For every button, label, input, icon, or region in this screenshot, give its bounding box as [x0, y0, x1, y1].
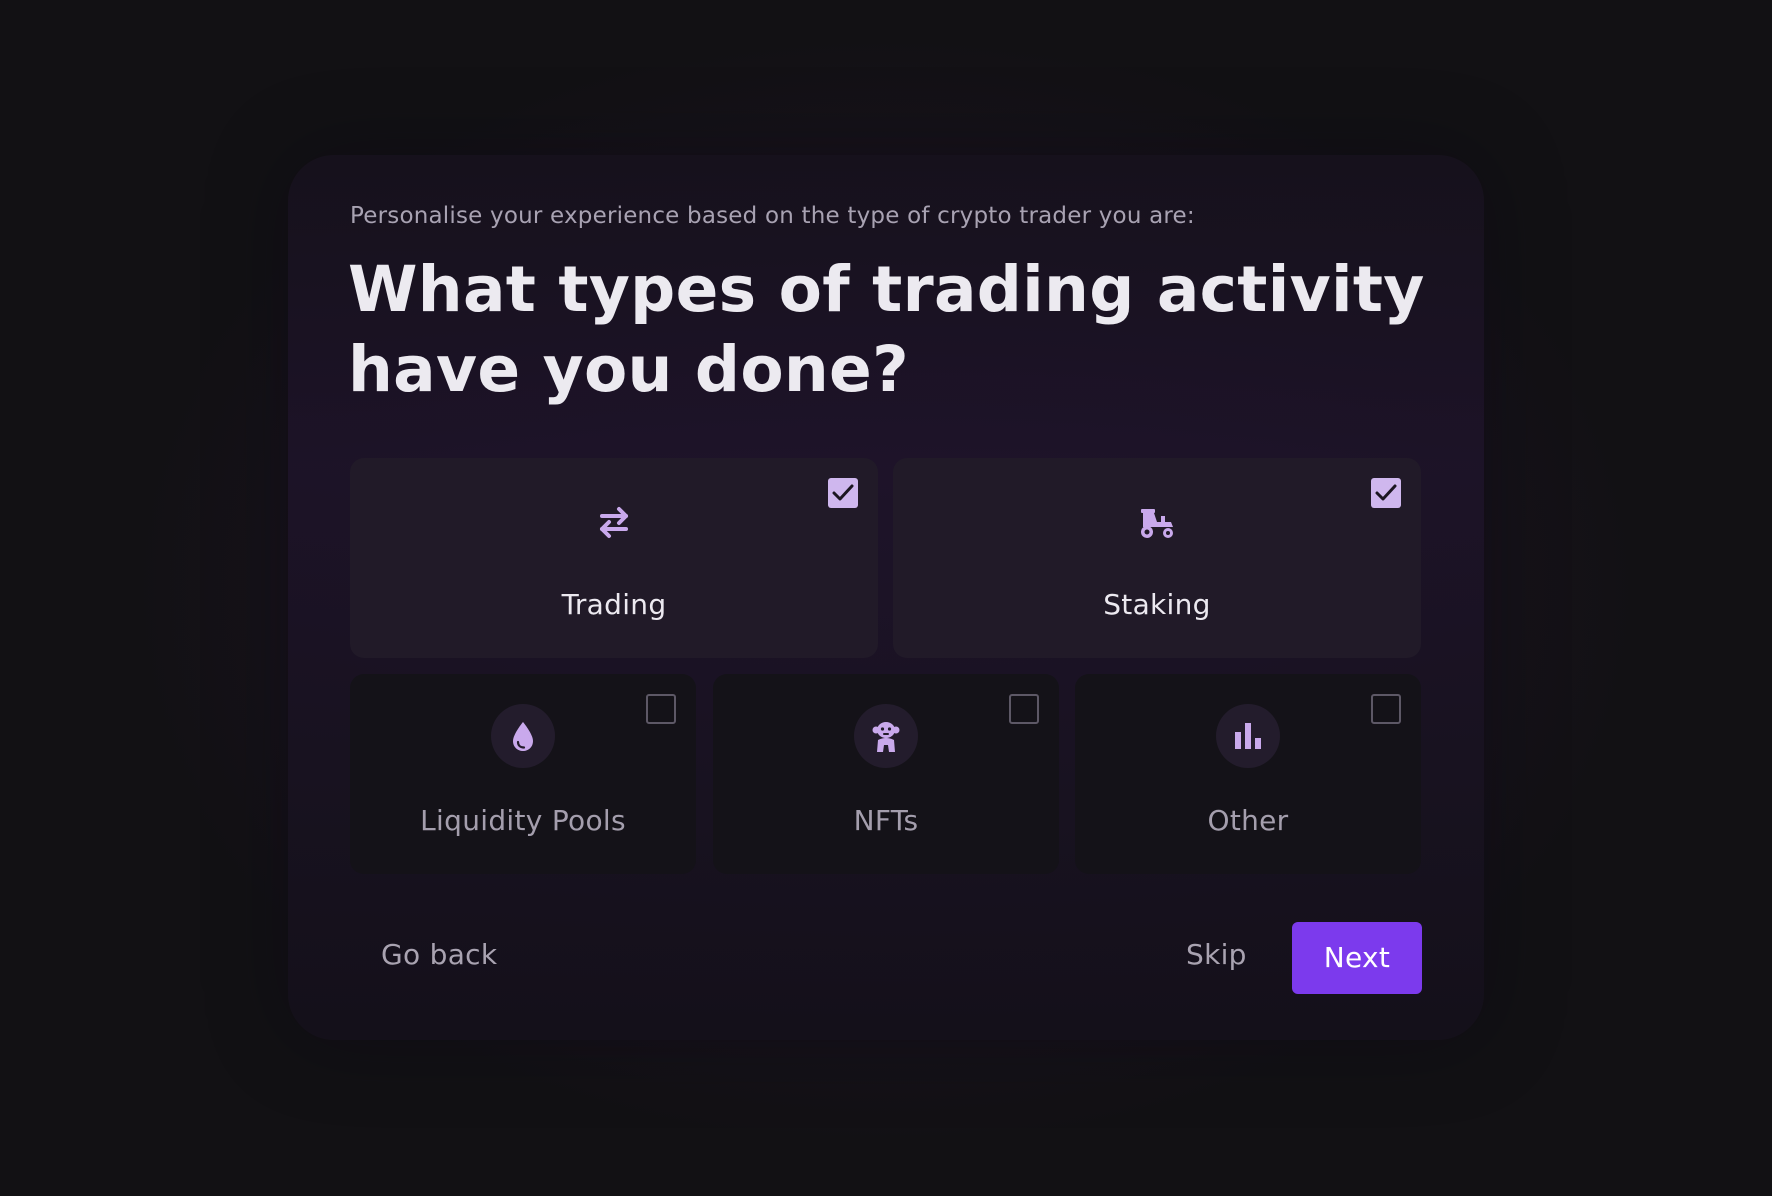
droplet-icon [513, 722, 533, 751]
other-checkbox[interactable] [1371, 694, 1401, 724]
option-nfts[interactable]: NFTs [713, 674, 1059, 874]
option-label-staking: Staking [1103, 588, 1211, 621]
nfts-checkbox[interactable] [1009, 694, 1039, 724]
go-back-button[interactable]: Go back [381, 938, 497, 971]
staking-checkbox[interactable] [1371, 478, 1401, 508]
option-label-liquidity-pools: Liquidity Pools [420, 804, 626, 837]
option-label-nfts: NFTs [853, 804, 919, 837]
checkmark-icon [1375, 484, 1397, 501]
ape-icon-badge [854, 704, 918, 768]
arrows-exchange-icon [600, 507, 628, 538]
option-staking[interactable]: Staking [893, 458, 1421, 658]
page-subtitle: Personalise your experience based on the… [350, 203, 1195, 229]
option-label-trading: Trading [561, 588, 667, 621]
bar-chart-icon-badge [1216, 704, 1280, 768]
option-trading[interactable]: Trading [350, 458, 878, 658]
ape-icon [872, 722, 900, 752]
skip-button[interactable]: Skip [1186, 938, 1247, 971]
page-title: What types of trading activity have you … [348, 253, 1425, 406]
trading-checkbox[interactable] [828, 478, 858, 508]
option-label-other: Other [1207, 804, 1289, 837]
tractor-icon [1141, 509, 1173, 538]
checkmark-icon [832, 484, 854, 501]
option-liquidity-pools[interactable]: Liquidity Pools [350, 674, 696, 874]
onboarding-card: Personalise your experience based on the… [288, 155, 1484, 1040]
option-other[interactable]: Other [1075, 674, 1421, 874]
liquidity-pools-checkbox[interactable] [646, 694, 676, 724]
bar-chart-icon [1235, 723, 1261, 749]
droplet-icon-badge [491, 704, 555, 768]
next-button[interactable]: Next [1292, 922, 1422, 994]
